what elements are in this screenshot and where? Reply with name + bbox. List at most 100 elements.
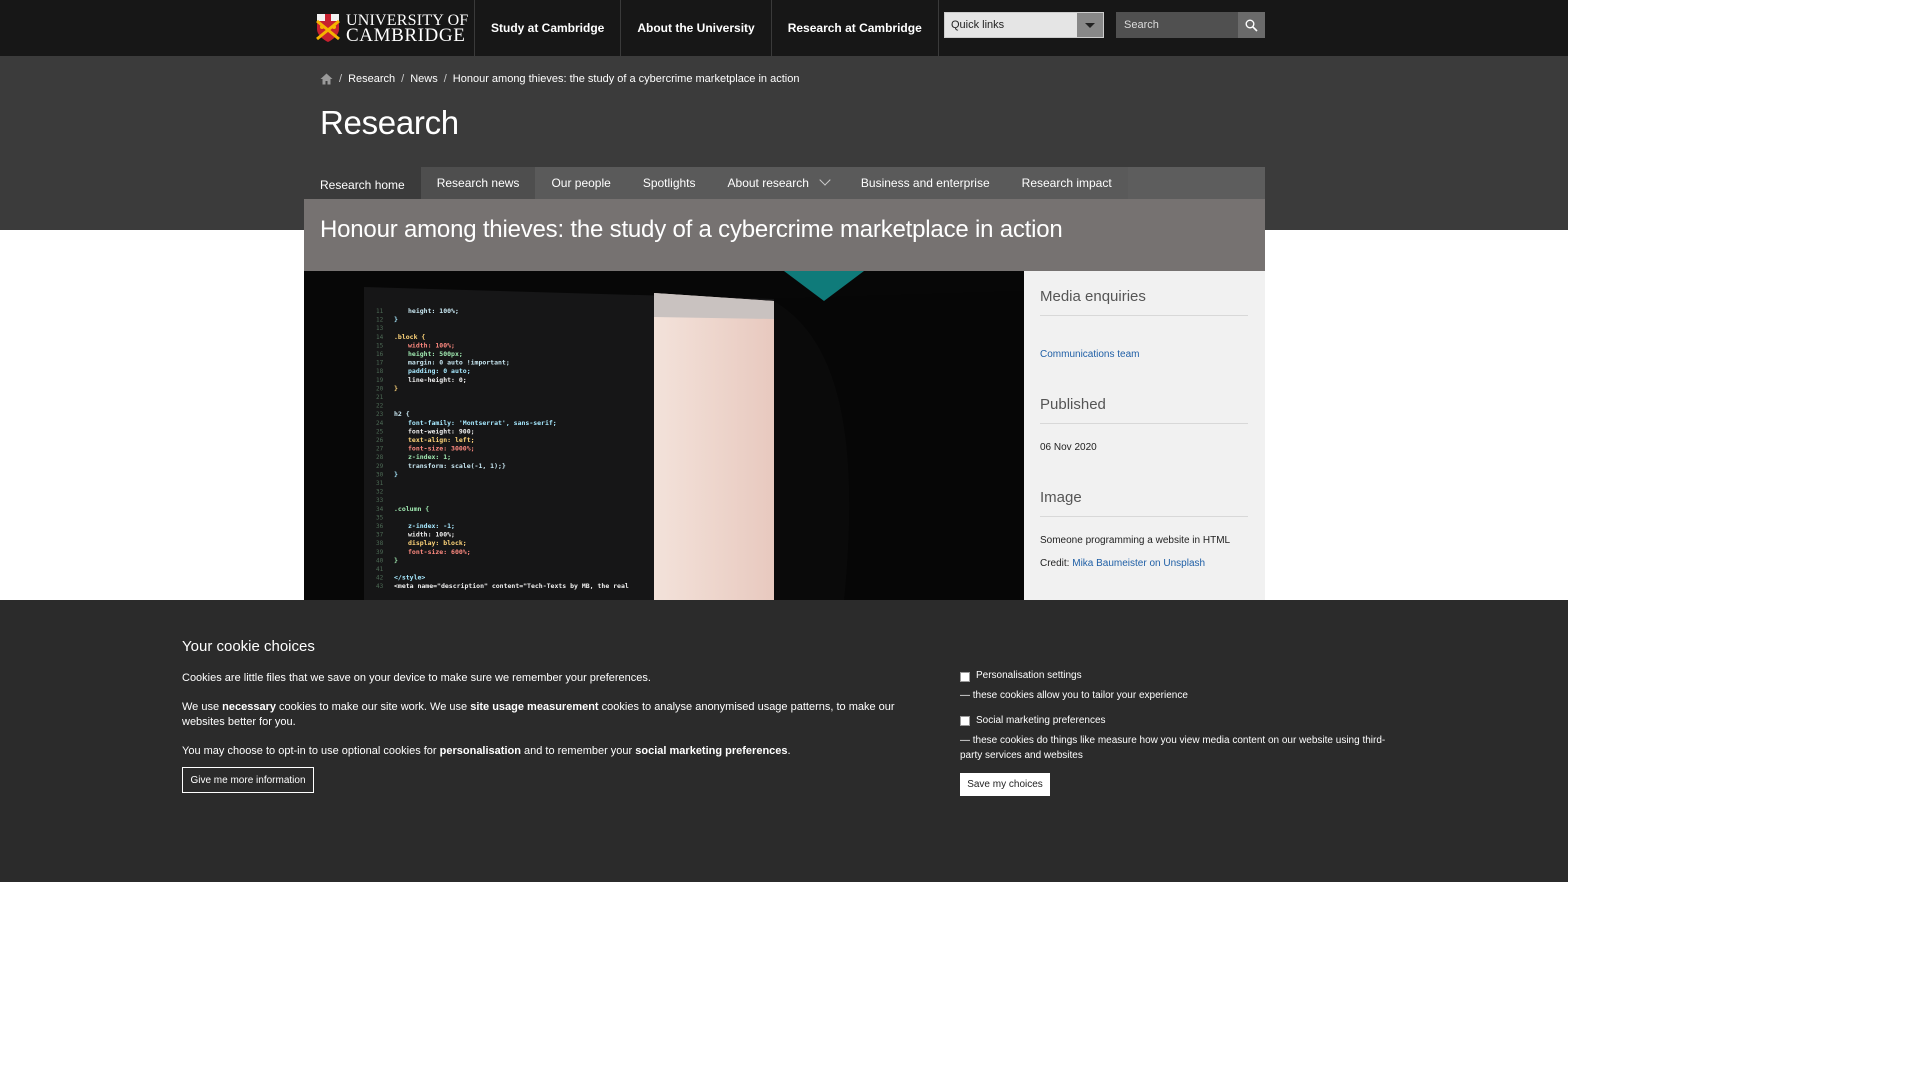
- social-marketing-desc: — these cookies do things like measure h…: [960, 735, 1386, 761]
- quick-links-select[interactable]: Quick links: [944, 12, 1104, 38]
- save-choices-button[interactable]: Save my choices: [960, 773, 1050, 796]
- cookie-usage-text: We use necessary cookies to make our sit…: [182, 701, 895, 728]
- article-sidebar: Media enquiries Communications team Publ…: [1024, 271, 1265, 601]
- code-line-number: 41: [376, 566, 384, 573]
- code-line-number: 36: [376, 523, 384, 530]
- top-navigation: Study at Cambridge About the University …: [474, 0, 939, 56]
- topnav-about[interactable]: About the University: [621, 0, 772, 56]
- code-line-number: 31: [376, 480, 384, 487]
- code-line-number: 12: [376, 317, 384, 324]
- breadcrumb: / Research / News / Honour among thieves…: [320, 73, 799, 85]
- code-line: }: [394, 470, 398, 478]
- image-credit-link[interactable]: Mika Baumeister on Unsplash: [1072, 558, 1205, 569]
- cookie-banner: Your cookie choices Cookies are little f…: [0, 600, 1568, 882]
- code-line: </style>: [394, 574, 425, 582]
- code-line-number: 33: [376, 497, 384, 504]
- code-line-number: 28: [376, 454, 384, 461]
- code-line-number: 30: [376, 471, 384, 478]
- code-line: font-size: 3000%;: [408, 445, 475, 453]
- topnav-study[interactable]: Study at Cambridge: [475, 0, 622, 56]
- chevron-down-icon: [819, 174, 831, 186]
- code-line: width: 100%;: [408, 341, 455, 349]
- logo-line-2: CAMBRIDGE: [346, 25, 466, 46]
- quick-links-label: Quick links: [951, 19, 1005, 31]
- code-line: }: [394, 384, 398, 392]
- code-line-number: 37: [376, 532, 384, 539]
- tab-research-news[interactable]: Research news: [420, 167, 536, 199]
- code-line: font-family: 'Montserrat', sans-serif;: [408, 419, 557, 427]
- more-info-button[interactable]: Give me more information: [182, 767, 314, 793]
- code-line: font-size: 600%;: [408, 548, 471, 556]
- code-line: .block {: [394, 333, 425, 341]
- code-line: padding: 0 auto;: [408, 367, 471, 375]
- topnav-research[interactable]: Research at Cambridge: [772, 0, 939, 56]
- code-line-number: 43: [376, 583, 384, 590]
- code-screen-photo: 11 height: 100%; 12} 13 14 .block {15 width: 1…: [304, 271, 1024, 601]
- code-line-number: 34: [376, 506, 384, 513]
- code-line: font-weight: 900;: [408, 427, 475, 435]
- personalisation-desc: — these cookies allow you to tailor your…: [960, 690, 1188, 701]
- cookie-title: Your cookie choices: [182, 638, 315, 655]
- code-line: display: block;: [408, 539, 467, 547]
- code-line-number: 24: [376, 420, 384, 427]
- home-icon[interactable]: [320, 73, 333, 85]
- code-line-number: 25: [376, 428, 384, 435]
- crest-icon: [316, 14, 340, 42]
- page-title: Research: [320, 104, 459, 141]
- code-line: h2 {: [394, 410, 410, 418]
- credit-label: Credit:: [1040, 558, 1070, 569]
- code-line-number: 38: [376, 540, 384, 547]
- personalisation-checkbox[interactable]: [960, 672, 970, 682]
- code-line-number: 18: [376, 368, 384, 375]
- media-enquiries-heading: Media enquiries: [1040, 288, 1248, 316]
- tab-business-enterprise[interactable]: Business and enterprise: [845, 167, 1006, 199]
- code-line: text-align: left;: [408, 436, 475, 444]
- code-line-number: 14: [376, 334, 384, 341]
- code-line: .column {: [394, 505, 429, 513]
- code-line-number: 22: [376, 403, 384, 410]
- search-button[interactable]: [1238, 12, 1265, 38]
- code-line-number: 20: [376, 385, 384, 392]
- code-line: }: [394, 316, 398, 324]
- communications-team-link[interactable]: Communications team: [1040, 349, 1139, 360]
- tab-spotlights[interactable]: Spotlights: [627, 167, 712, 199]
- tab-our-people[interactable]: Our people: [535, 167, 626, 199]
- tab-about-research-label: About research: [727, 176, 809, 190]
- code-line-number: 16: [376, 351, 384, 358]
- article-title: Honour among thieves: the study of a cyb…: [320, 216, 1063, 243]
- code-line-number: 17: [376, 360, 384, 367]
- tab-research-home[interactable]: Research home: [304, 167, 421, 199]
- code-line-number: 11: [376, 308, 384, 315]
- code-line: z-index: 1;: [408, 453, 451, 461]
- top-bar: UNIVERSITY OF CAMBRIDGE Study at Cambrid…: [0, 0, 1568, 56]
- tab-research-impact[interactable]: Research impact: [1006, 167, 1128, 199]
- breadcrumb-news[interactable]: News: [410, 73, 438, 85]
- social-marketing-checkbox[interactable]: [960, 716, 970, 726]
- social-marketing-label: Social marketing preferences: [976, 715, 1106, 726]
- code-line-number: 40: [376, 557, 384, 564]
- image-caption: Someone programming a website in HTML: [1040, 535, 1231, 546]
- breadcrumb-current: Honour among thieves: the study of a cyb…: [452, 73, 800, 85]
- code-line-number: 29: [376, 463, 384, 470]
- chevron-down-icon[interactable]: [1077, 13, 1103, 37]
- published-heading: Published: [1040, 396, 1248, 424]
- code-line-number: 21: [376, 394, 384, 401]
- article-header: Honour among thieves: the study of a cyb…: [304, 199, 1265, 271]
- code-line: margin: 0 auto !important;: [408, 359, 510, 367]
- personalisation-label: Personalisation settings: [976, 670, 1082, 681]
- code-line: z-index: -1;: [408, 522, 455, 530]
- university-logo[interactable]: UNIVERSITY OF CAMBRIDGE: [316, 12, 468, 46]
- search-icon: [1245, 19, 1258, 32]
- image-heading: Image: [1040, 489, 1248, 517]
- search-input[interactable]: [1116, 12, 1240, 38]
- code-line-number: 42: [376, 575, 384, 582]
- code-line-number: 35: [376, 514, 384, 521]
- section-navigation: Research home Research news Our people S…: [304, 167, 1265, 199]
- code-line: width: 100%;: [408, 531, 455, 539]
- breadcrumb-research[interactable]: Research: [348, 73, 395, 85]
- code-line: height: 100%;: [408, 307, 459, 315]
- tab-about-research[interactable]: About research: [712, 167, 845, 199]
- code-line: line-height: 0;: [408, 376, 467, 384]
- code-line: transform: scale(-1, 1);}: [408, 462, 506, 470]
- cookie-intro: Cookies are little files that we save on…: [182, 672, 651, 684]
